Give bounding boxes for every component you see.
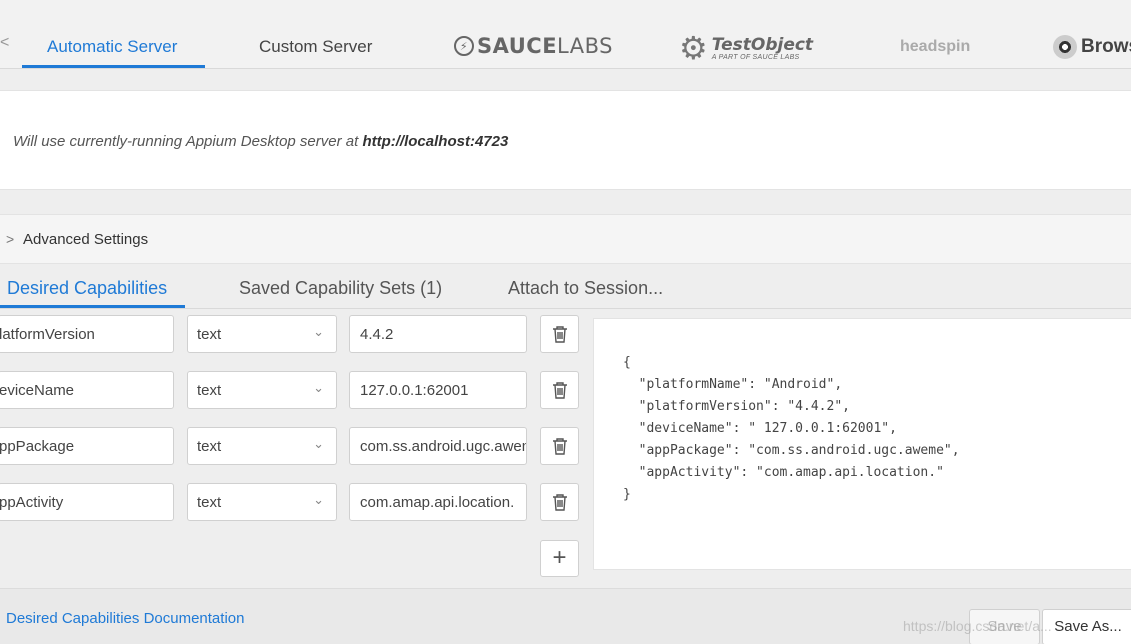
desired-capabilities-docs-link[interactable]: Desired Capabilities Documentation xyxy=(6,610,244,627)
json-preview-text: { "platformName": "Android", "platformVe… xyxy=(623,355,960,502)
browserstack-eye-icon xyxy=(1053,35,1077,59)
capability-row: ppPackage text ⌄ com.ss.android.ugc.awem… xyxy=(0,427,580,467)
tab-headspin[interactable]: headspin xyxy=(900,38,970,56)
capability-row: eviceName text ⌄ 127.0.0.1:62001 xyxy=(0,371,580,411)
chevron-left-icon[interactable]: < xyxy=(0,34,9,52)
capability-name-input[interactable]: latformVersion xyxy=(0,315,174,353)
save-as-button[interactable]: Save As... xyxy=(1042,609,1131,644)
browserstack-logo-text: Browse xyxy=(1081,36,1131,57)
capability-type-select[interactable]: text ⌄ xyxy=(187,371,337,409)
capability-value-input[interactable]: com.ss.android.ugc.aweme xyxy=(349,427,527,465)
server-info-panel: Will use currently-running Appium Deskto… xyxy=(0,90,1131,190)
tab-browserstack[interactable]: Browse xyxy=(1053,35,1131,59)
server-info-text: Will use currently-running Appium Deskto… xyxy=(13,133,508,150)
tab-custom-server[interactable]: Custom Server xyxy=(259,37,372,57)
saucelabs-logo-text: SAUCE xyxy=(477,34,558,58)
server-tabs: < Automatic Server Custom Server ⚡ SAUCE… xyxy=(0,0,1131,69)
add-capability-button[interactable]: + xyxy=(540,540,579,577)
tab-attach-to-session[interactable]: Attach to Session... xyxy=(508,278,663,299)
capability-value-input[interactable]: 4.4.2 xyxy=(349,315,527,353)
capability-type-value: text xyxy=(197,438,222,455)
capability-value-input[interactable]: com.amap.api.location. xyxy=(349,483,527,521)
delete-capability-button[interactable] xyxy=(540,483,579,521)
delete-capability-button[interactable] xyxy=(540,427,579,465)
capability-type-select[interactable]: text ⌄ xyxy=(187,315,337,353)
capability-name-input[interactable]: eviceName xyxy=(0,371,174,409)
saucelabs-logo-suffix: LABS xyxy=(557,34,613,58)
server-url: http://localhost:4723 xyxy=(362,133,509,150)
testobject-logo-text: TestObject xyxy=(711,34,814,55)
tab-saved-capability-sets[interactable]: Saved Capability Sets (1) xyxy=(239,278,442,299)
tab-desired-capabilities[interactable]: Desired Capabilities xyxy=(7,278,167,299)
capability-type-value: text xyxy=(197,382,222,399)
chevron-down-icon: ⌄ xyxy=(313,324,324,339)
chevron-down-icon: ⌄ xyxy=(313,436,324,451)
active-tab-indicator xyxy=(0,305,185,308)
capability-row: ppActivity text ⌄ com.amap.api.location. xyxy=(0,483,580,523)
trash-icon xyxy=(552,326,567,343)
capability-row: latformVersion text ⌄ 4.4.2 xyxy=(0,315,580,355)
trash-icon xyxy=(552,494,567,511)
capability-type-value: text xyxy=(197,326,222,343)
testobject-logo-subtitle: A PART OF SAUCE LABS xyxy=(711,53,800,61)
active-tab-indicator xyxy=(22,65,205,68)
advanced-settings-toggle[interactable]: > Advanced Settings xyxy=(0,214,1131,264)
footer-bar: Desired Capabilities Documentation Save … xyxy=(0,588,1131,644)
plus-icon: + xyxy=(552,544,567,571)
chevron-right-icon: > xyxy=(6,231,15,247)
capability-type-select[interactable]: text ⌄ xyxy=(187,483,337,521)
capability-tabs: Desired Capabilities Saved Capability Se… xyxy=(0,265,1131,309)
capability-value-input[interactable]: 127.0.0.1:62001 xyxy=(349,371,527,409)
save-button[interactable]: Save xyxy=(969,609,1040,644)
trash-icon xyxy=(552,382,567,399)
saucelabs-bolt-icon: ⚡ xyxy=(454,36,474,56)
delete-capability-button[interactable] xyxy=(540,371,579,409)
capability-name-input[interactable]: ppActivity xyxy=(0,483,174,521)
advanced-settings-label: Advanced Settings xyxy=(23,231,149,248)
server-info-message: Will use currently-running Appium Deskto… xyxy=(13,133,363,150)
delete-capability-button[interactable] xyxy=(540,315,579,353)
trash-icon xyxy=(552,438,567,455)
capability-type-value: text xyxy=(197,494,222,511)
chevron-down-icon: ⌄ xyxy=(313,380,324,395)
chevron-down-icon: ⌄ xyxy=(313,492,324,507)
tab-saucelabs[interactable]: ⚡ SAUCE LABS xyxy=(454,34,613,58)
capability-type-select[interactable]: text ⌄ xyxy=(187,427,337,465)
capability-name-input[interactable]: ppPackage xyxy=(0,427,174,465)
tab-automatic-server[interactable]: Automatic Server xyxy=(47,37,177,57)
capabilities-json-preview: { "platformName": "Android", "platformVe… xyxy=(593,318,1131,570)
testobject-gear-icon: ⚙ xyxy=(679,30,708,66)
tab-testobject[interactable]: ⚙ TestObject A PART OF SAUCE LABS xyxy=(679,32,813,64)
